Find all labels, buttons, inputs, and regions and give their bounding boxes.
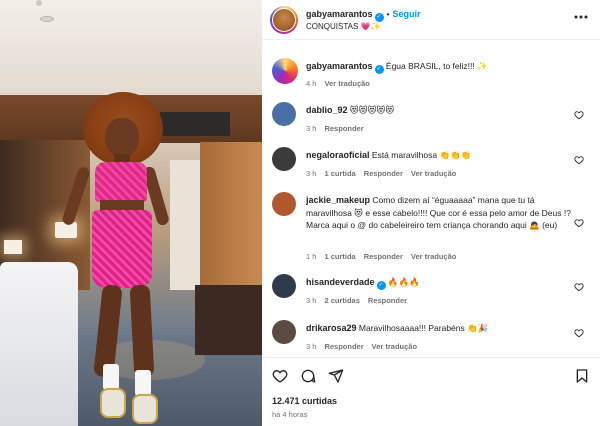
desk (195, 285, 262, 355)
bed (0, 262, 78, 426)
author-avatar[interactable] (270, 6, 298, 34)
comment-username[interactable]: negaloraoficial (306, 150, 370, 160)
comment-text: Maravilhosaaaa!!! Parabéns 👏🎉 (358, 323, 489, 333)
comment-body: jackie_makeup Como dizem aí “éguaaaaa” m… (306, 194, 576, 232)
separator-dot: • (386, 9, 390, 19)
share-icon[interactable] (328, 368, 344, 384)
like-comment-heart-icon[interactable] (574, 110, 584, 120)
comment-meta: 1 h 1 curtida Responder Ver tradução (306, 252, 464, 261)
see-translation-link[interactable]: Ver tradução (324, 79, 369, 88)
person-leg-right (129, 284, 155, 378)
comment-body: drikarosa29 Maravilhosaaaa!!! Parabéns 👏… (306, 322, 576, 335)
comment-meta: 3 h Responder Ver tradução (306, 342, 425, 351)
like-comment-heart-icon[interactable] (574, 155, 584, 165)
bookmark-icon[interactable] (574, 368, 590, 384)
comment-username[interactable]: jackie_makeup (306, 195, 370, 205)
wooden-door (200, 142, 262, 292)
comment-time[interactable]: 3 h (306, 169, 316, 178)
heart-icon[interactable] (272, 368, 288, 384)
sock-left (103, 364, 119, 390)
likes-count[interactable]: 12.471 curtidas (272, 396, 337, 406)
commenter-avatar[interactable] (272, 102, 296, 126)
comment-meta: 3 h 1 curtida Responder Ver tradução (306, 169, 464, 178)
post-media[interactable] (0, 0, 262, 426)
like-comment-heart-icon[interactable] (574, 218, 584, 228)
see-translation-link[interactable]: Ver tradução (411, 252, 456, 261)
commenter-avatar[interactable] (272, 320, 296, 344)
post-side-panel: gabyamarantos ✓ • Seguir CONQUISTAS 💗✨ gaby… (262, 0, 600, 426)
post-actions: 12.471 curtidas há 4 horas (262, 357, 600, 426)
caption-time[interactable]: 4 h (306, 79, 316, 88)
more-icon[interactable] (574, 15, 588, 19)
smoke-detector (40, 16, 54, 22)
post-timestamp[interactable]: há 4 horas (272, 410, 307, 419)
see-translation-link[interactable]: Ver tradução (372, 342, 417, 351)
ceiling (0, 0, 262, 100)
comment-username[interactable]: drikarosa29 (306, 323, 357, 333)
comment-body: negaloraoficial Está maravilhosa 👏👏👏 (306, 149, 576, 162)
reply-button[interactable]: Responder (364, 252, 403, 261)
comment-body: hisandeverdade ✓ 🔥🔥🔥 (306, 276, 576, 290)
ceiling-fixture (36, 0, 42, 6)
verified-badge-icon: ✓ (376, 281, 386, 290)
author-line: gabyamarantos ✓ • Seguir (306, 9, 421, 22)
person-face (105, 118, 139, 158)
reply-button[interactable]: Responder (368, 296, 407, 305)
comment-text: Está maravilhosa 👏👏👏 (371, 150, 472, 160)
sneaker-right (132, 394, 158, 424)
comment-likes[interactable]: 2 curtidas (324, 296, 359, 305)
ac-vent (160, 112, 230, 136)
caption-body: gabyamarantos ✓ Égua BRASIL, to feliz!!! … (306, 60, 576, 74)
caption-avatar[interactable] (272, 58, 298, 84)
comment-text: 🔥🔥🔥 (387, 277, 420, 287)
reply-button[interactable]: Responder (324, 342, 363, 351)
comment-meta: 3 h 2 curtidas Responder (306, 296, 415, 305)
caption-username[interactable]: gabyamarantos (306, 61, 373, 71)
bedside-lamp (4, 240, 22, 254)
comment-time[interactable]: 1 h (306, 252, 316, 261)
comment-username[interactable]: dablio_92 (306, 105, 348, 115)
commenter-avatar[interactable] (272, 274, 296, 298)
pink-crop-top (95, 162, 147, 202)
comment-text: 😻😻😻😻😻 (349, 105, 395, 115)
comment-icon[interactable] (300, 368, 316, 384)
commenter-avatar[interactable] (272, 192, 296, 216)
verified-badge-icon: ✓ (374, 65, 384, 74)
like-comment-heart-icon[interactable] (574, 282, 584, 292)
comment-likes[interactable]: 1 curtida (324, 252, 355, 261)
post-subtitle[interactable]: CONQUISTAS 💗✨ (306, 22, 380, 31)
commenter-avatar[interactable] (272, 147, 296, 171)
follow-button[interactable]: Seguir (393, 9, 421, 19)
pink-shorts (92, 210, 152, 288)
reply-button[interactable]: Responder (364, 169, 403, 178)
comment-time[interactable]: 3 h (306, 296, 316, 305)
sock-right (135, 370, 151, 396)
see-translation-link[interactable]: Ver tradução (411, 169, 456, 178)
comment-username[interactable]: hisandeverdade (306, 277, 375, 287)
comment-time[interactable]: 3 h (306, 342, 316, 351)
caption-meta: 4 h Ver tradução (306, 79, 378, 88)
post-header: gabyamarantos ✓ • Seguir CONQUISTAS 💗✨ (262, 0, 600, 40)
author-username[interactable]: gabyamarantos (306, 9, 373, 19)
caption-text: Égua BRASIL, to feliz!!! ✨ (385, 61, 488, 71)
comment-body: dablio_92 😻😻😻😻😻 (306, 104, 576, 117)
comment-time[interactable]: 3 h (306, 124, 316, 133)
doorway (170, 160, 204, 290)
comment-meta: 3 h Responder (306, 124, 372, 133)
reply-button[interactable]: Responder (324, 124, 363, 133)
verified-badge-icon: ✓ (374, 13, 384, 22)
comment-likes[interactable]: 1 curtida (324, 169, 355, 178)
like-comment-heart-icon[interactable] (574, 328, 584, 338)
sneaker-left (100, 388, 126, 418)
